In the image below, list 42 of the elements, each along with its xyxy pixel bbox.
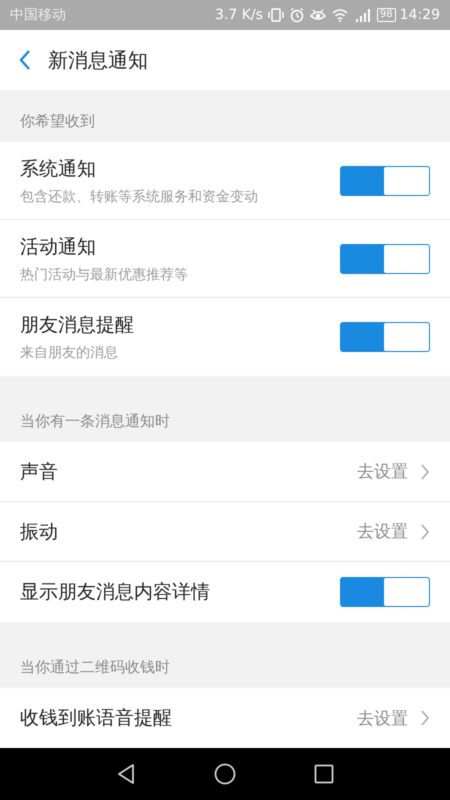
section-label: 当你通过二维码收钱时 <box>19 656 171 678</box>
clock-time: 14:29 <box>400 7 440 23</box>
carrier-name: 中国移动 <box>10 6 66 24</box>
vibrate-icon <box>266 7 285 23</box>
battery-level: 98 <box>376 8 396 22</box>
toggle-switch[interactable] <box>340 322 430 352</box>
setting-title: 显示朋友消息内容详情 <box>20 580 210 605</box>
wifi-icon <box>330 7 349 23</box>
settings-row[interactable]: 振动 去设置 <box>0 502 450 562</box>
setting-description: 包含还款、转账等系统服务和资金变动 <box>20 188 258 206</box>
chevron-right-icon <box>420 709 430 727</box>
setting-value: 去设置 <box>357 708 408 730</box>
setting-title: 系统通知 <box>20 156 97 182</box>
setting-title: 活动通知 <box>20 234 97 260</box>
setting-description: 热门活动与最新优惠推荐等 <box>20 266 188 284</box>
settings-row[interactable]: 系统通知 包含还款、转账等系统服务和资金变动 <box>0 142 450 220</box>
section-label: 你希望收到 <box>19 110 96 132</box>
home-circle-icon[interactable] <box>214 763 236 785</box>
toggle-switch[interactable] <box>340 577 430 607</box>
section-label: 当你有一条消息通知时 <box>19 410 171 432</box>
setting-title: 朋友消息提醒 <box>20 313 134 338</box>
toggle-switch[interactable] <box>340 166 430 196</box>
setting-title: 收钱到账语音提醒 <box>20 706 172 731</box>
page-title: 新消息通知 <box>48 46 148 74</box>
network-speed: 3.7 K/s <box>215 7 263 23</box>
setting-title: 振动 <box>20 520 58 544</box>
recents-square-icon[interactable] <box>314 764 334 784</box>
setting-description: 来自朋友的消息 <box>20 344 119 362</box>
setting-value: 去设置 <box>357 461 408 483</box>
settings-row[interactable]: 朋友消息提醒 来自朋友的消息 <box>0 298 450 376</box>
settings-row[interactable]: 活动通知 热门活动与最新优惠推荐等 <box>0 220 450 298</box>
back-button[interactable] <box>18 49 32 71</box>
settings-row[interactable]: 显示朋友消息内容详情 <box>0 562 450 622</box>
back-triangle-icon[interactable] <box>116 763 136 785</box>
setting-value: 去设置 <box>357 521 408 543</box>
settings-row[interactable]: 声音 去设置 <box>0 442 450 502</box>
alarm-icon <box>288 7 305 23</box>
settings-row[interactable]: 收钱到账语音提醒 去设置 <box>0 688 450 748</box>
toggle-switch[interactable] <box>340 244 430 274</box>
chevron-right-icon <box>420 462 430 480</box>
chevron-right-icon <box>420 522 430 540</box>
setting-title: 声音 <box>20 460 58 484</box>
